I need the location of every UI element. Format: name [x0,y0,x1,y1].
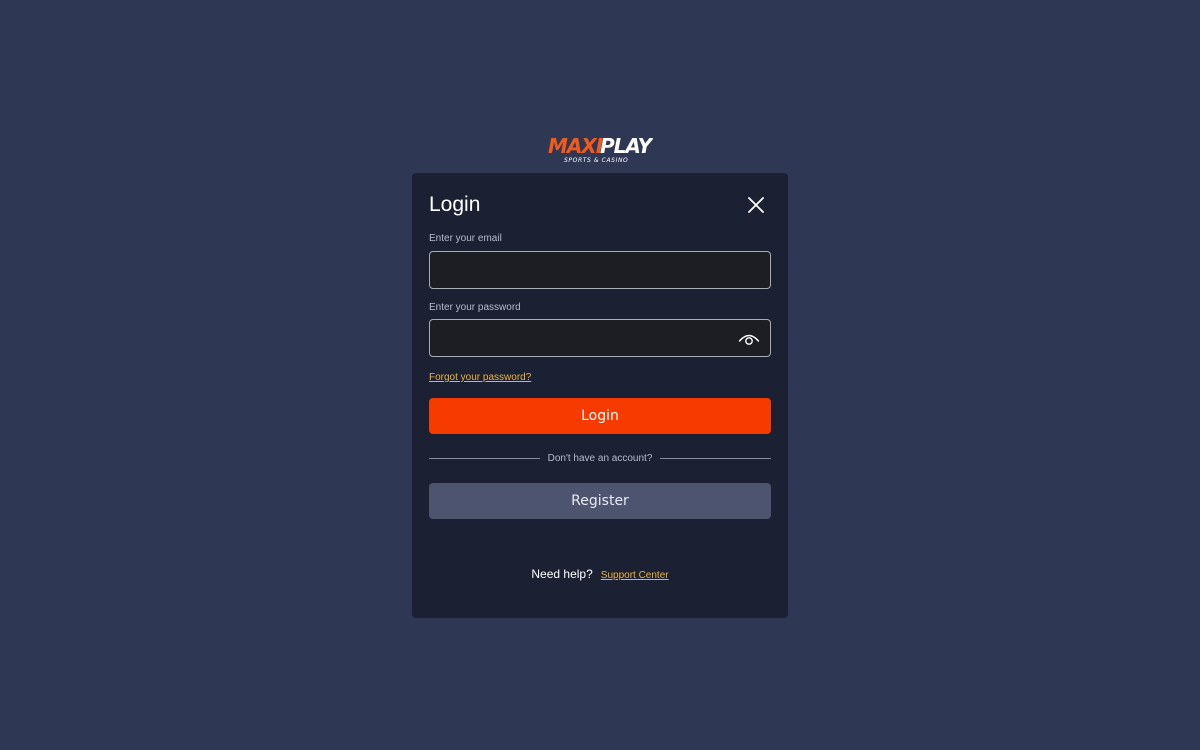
toggle-password-visibility-button[interactable] [738,329,760,349]
login-modal: Login Enter your email Enter your passwo… [412,173,788,618]
maxiplay-logo: MAXI PLAY SPORTS & CASINO [547,133,653,165]
modal-title: Login [429,193,481,216]
svg-text:SPORTS & CASINO: SPORTS & CASINO [564,157,628,164]
password-label: Enter your password [429,302,521,313]
email-field-container [429,251,771,289]
divider-line-left [429,457,540,459]
eye-icon [738,334,760,345]
close-button[interactable] [745,194,767,216]
password-field[interactable] [430,320,770,356]
register-button[interactable]: Register [429,483,771,519]
divider-line-right [660,457,772,459]
svg-text:MAXI: MAXI [548,134,604,158]
help-row: Need help? Support Center [412,567,788,581]
account-divider: Don't have an account? [429,451,772,465]
email-label: Enter your email [429,233,502,244]
login-page: MAXI PLAY SPORTS & CASINO Login Enter yo… [0,0,1200,750]
forgot-password-link[interactable]: Forgot your password? [429,371,531,385]
close-icon [748,197,764,213]
support-center-link[interactable]: Support Center [601,570,669,581]
svg-text:PLAY: PLAY [600,134,653,158]
email-field[interactable] [430,252,770,288]
logo-graphic: MAXI PLAY SPORTS & CASINO [548,134,653,164]
password-field-container [429,319,771,357]
need-help-text: Need help? [531,567,593,581]
login-button[interactable]: Login [429,398,771,434]
divider-text: Don't have an account? [547,452,653,464]
